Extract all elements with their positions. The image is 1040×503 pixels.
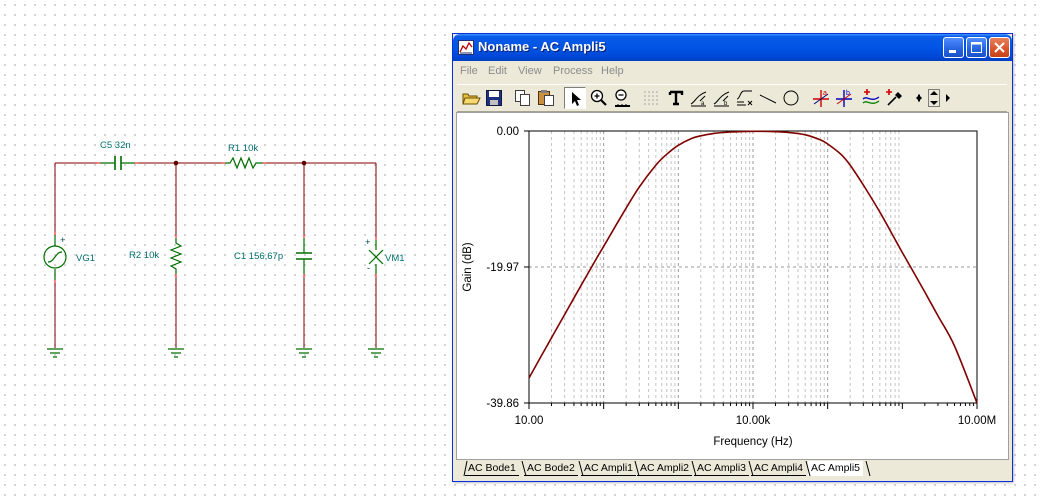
open-icon [462,93,481,105]
close-button[interactable] [989,37,1010,58]
tab-separators [463,461,871,477]
menu-process[interactable]: Process [553,65,593,77]
title-bar[interactable]: Noname - AC Ampli5 [453,34,1012,61]
vm1-label: VM1 [385,253,405,264]
paste-icon [538,90,554,106]
marker-a-icon: a [813,90,829,107]
page-tabs: AC Bode1 AC Bode2 AC Ampli1 AC Ampli2 AC… [461,461,1001,477]
menu-help[interactable]: Help [601,65,624,77]
zoom-in-button[interactable] [588,87,610,109]
schematic-canvas[interactable]: C5 32n R1 10k R2 10k C1 156,67p + VG1 + … [0,0,445,503]
zoom-100-icon [615,89,630,107]
gain-chart[interactable]: 10.00 10.00k 10.00M 0.00 -19.97 -39.86 F… [457,113,1008,459]
menu-edit[interactable]: Edit [488,65,507,77]
svg-text:a: a [823,90,827,97]
save-icon [486,90,502,106]
cursor-b-button[interactable]: b [711,87,733,109]
menu-bar: File Edit View Process Help [457,62,1007,82]
text-button[interactable] [665,87,687,109]
plot-area[interactable]: 10.00 10.00k 10.00M 0.00 -19.97 -39.86 F… [456,112,1009,460]
add-curve-button[interactable] [860,87,882,109]
c1-label: C1 156,67p [234,251,283,262]
pointer-icon [572,92,581,106]
minimize-icon [949,50,956,53]
menu-view[interactable]: View [518,65,542,77]
open-button[interactable] [460,87,482,109]
zoom-in-icon [590,89,607,106]
resistor-r2[interactable] [169,238,183,274]
vm1-minus-sign: - [367,263,370,274]
marker-b-button[interactable]: b [833,87,855,109]
line-settings-button[interactable] [734,87,756,109]
close-icon [994,42,1005,53]
y-tick-label-2: -39.86 [486,398,519,410]
y-tick-label-1: -19.97 [486,262,519,274]
marker-b-icon: b [836,90,852,107]
y-axis-label: Gain (dB) [462,242,474,291]
capacitor-c1[interactable] [296,238,312,274]
circle-icon [783,90,799,106]
pointer-button[interactable] [564,87,586,109]
x-axis-ticks [528,403,978,409]
grid-icon [644,91,658,105]
pipette-button[interactable] [883,87,905,109]
copy-button[interactable] [512,87,534,109]
vg1-label: VG1 [76,253,95,264]
y-tick-label-0: 0.00 [497,126,519,138]
grid-button[interactable] [640,87,662,109]
scroll-arrows-icon [916,89,950,107]
pin-markers [54,162,377,283]
line-icon [759,94,777,104]
x-axis-label: Frequency (Hz) [713,436,792,448]
marker-a-button[interactable]: a [810,87,832,109]
pipette-icon [886,89,902,106]
r1-label: R1 10k [228,143,258,154]
scroll-arrows-button[interactable] [914,87,950,109]
r2-label: R2 10k [129,250,159,261]
c5-label: C5 32n [100,140,131,151]
cursor-a-icon: a [690,91,707,107]
circle-tool-button[interactable] [780,87,802,109]
window-title: Noname - AC Ampli5 [478,39,606,54]
vm1-plus-sign: + [365,237,371,248]
zoom-100-button[interactable] [611,87,633,109]
x-tick-label-1: 10.00k [736,415,771,427]
voltmeter-vm1[interactable] [368,240,384,274]
x-tick-label-2: 10.00M [958,415,996,427]
ac-analysis-window[interactable]: Noname - AC Ampli5 File Edit View Proces… [452,33,1013,482]
capacitor-c5[interactable] [100,156,135,170]
svg-text:b: b [846,90,850,97]
wires [54,162,377,348]
maximize-button[interactable] [966,37,987,58]
line-tool-button[interactable] [757,87,779,109]
resistor-r1[interactable] [225,156,263,170]
toolbar: a b a b [457,84,1007,112]
add-curve-icon [862,89,880,104]
y-axis-ticks [524,130,529,404]
menu-file[interactable]: File [460,65,478,77]
minimize-button[interactable] [943,37,964,58]
paste-button[interactable] [535,87,557,109]
diagram-app-icon [458,40,474,55]
x-tick-label-0: 10.00 [515,415,544,427]
cursor-a-button[interactable]: a [688,87,710,109]
save-button[interactable] [483,87,505,109]
copy-icon [515,90,530,106]
maximize-icon [971,42,982,53]
vg1-plus-sign: + [60,235,66,246]
cursor-b-icon: b [713,91,730,107]
ground-symbols [47,348,384,358]
line-settings-icon [736,90,753,106]
text-icon [668,90,684,106]
